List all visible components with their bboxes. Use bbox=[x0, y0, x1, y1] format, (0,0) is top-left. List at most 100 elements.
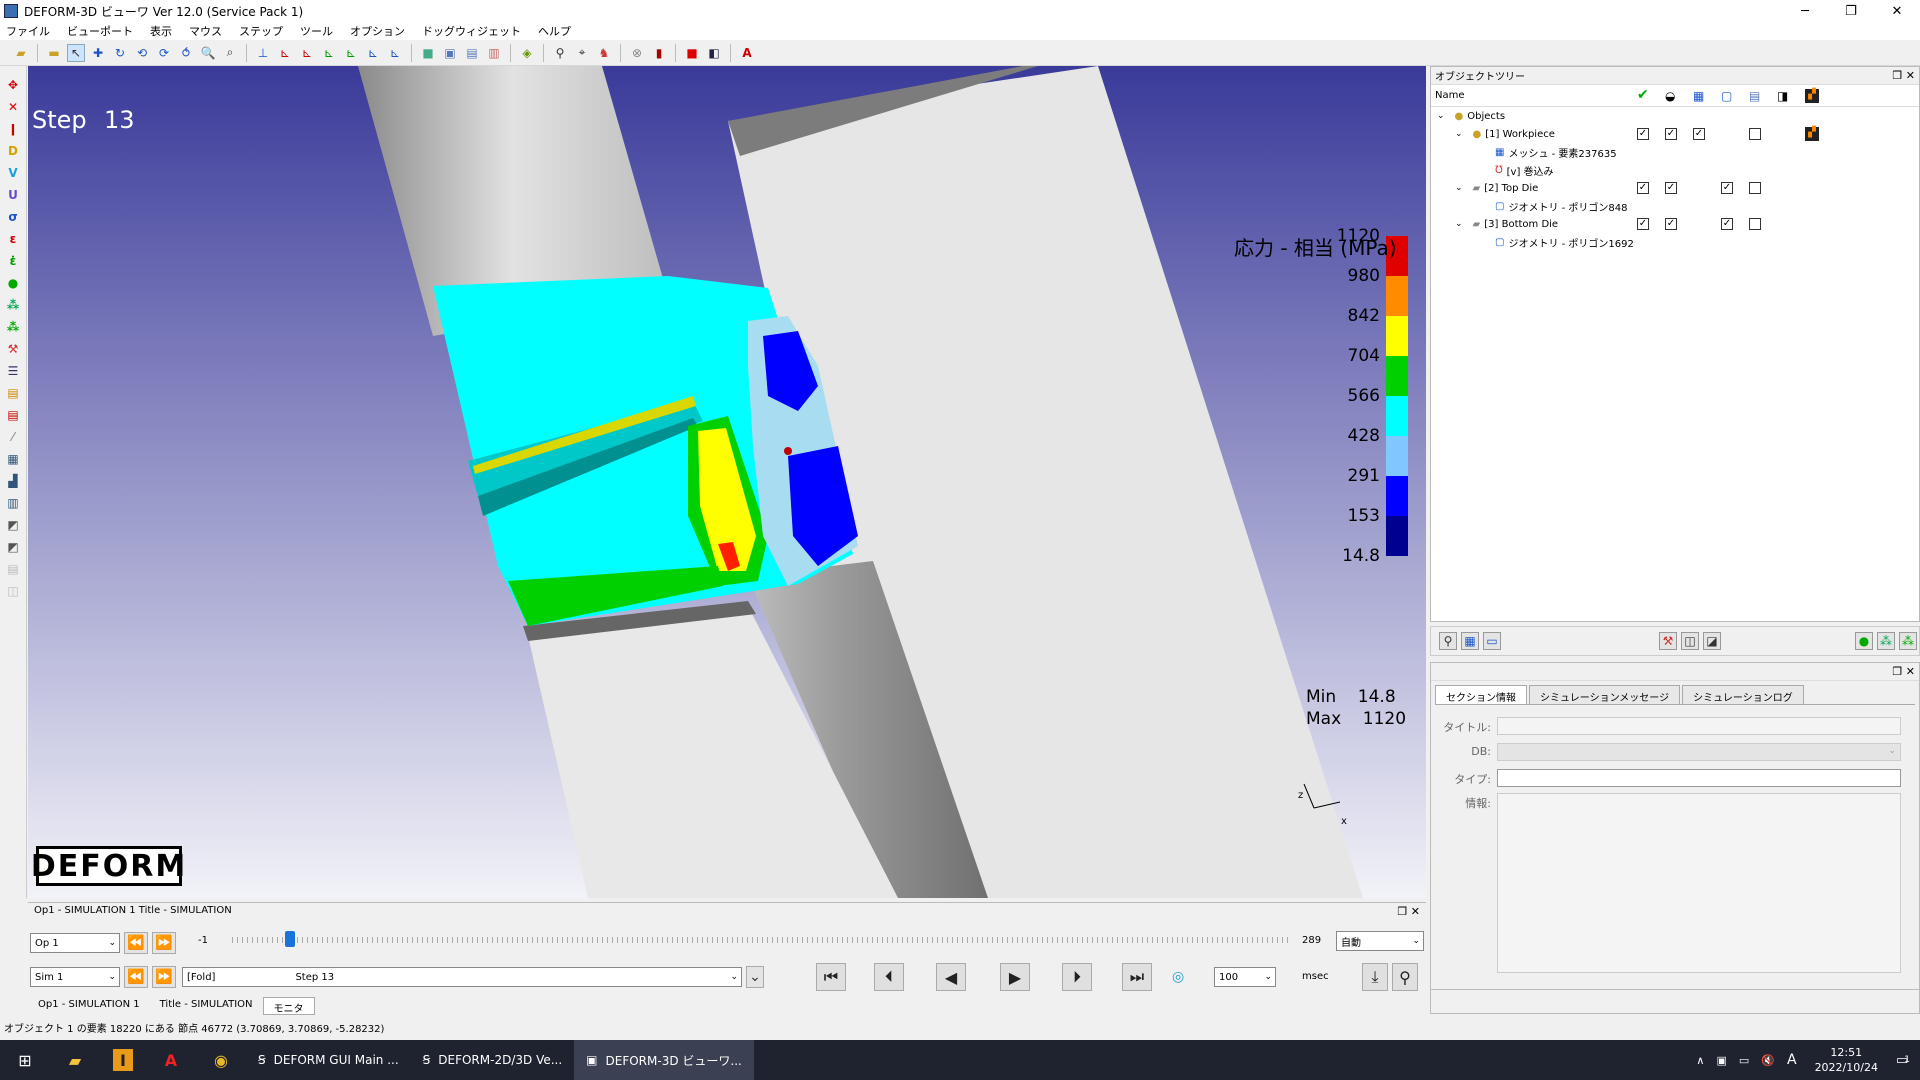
step-slider-thumb[interactable] bbox=[285, 931, 295, 947]
graph-icon[interactable]: ▟ bbox=[4, 472, 22, 490]
shaded-icon[interactable]: ■ bbox=[419, 44, 437, 62]
stress-icon[interactable]: σ bbox=[4, 208, 22, 226]
point-icon[interactable]: ● bbox=[1855, 632, 1873, 650]
slice-icon[interactable]: ⚒ bbox=[4, 340, 22, 358]
step-forward-button[interactable]: ⏵ bbox=[1062, 963, 1092, 991]
type-field[interactable] bbox=[1497, 769, 1901, 787]
step-slider-track[interactable] bbox=[232, 937, 1292, 943]
transparent-column-icon[interactable]: ▤ bbox=[1749, 89, 1763, 103]
chevron-down-icon[interactable]: ⌄ bbox=[1437, 111, 1445, 121]
displacement-icon[interactable]: U bbox=[4, 186, 22, 204]
capture-icon[interactable]: ◧ bbox=[705, 44, 723, 62]
tab-section-info[interactable]: セクション情報 bbox=[1435, 685, 1527, 704]
flow-net-icon[interactable]: ⁂ bbox=[4, 318, 22, 336]
marker-icon[interactable]: ▮ bbox=[650, 44, 668, 62]
tree-row-mesh[interactable]: ▦ メッシュ - 要素237635 bbox=[1431, 143, 1919, 161]
windows-start-icon[interactable]: ⊞ bbox=[13, 1048, 37, 1072]
tree-row-top-die[interactable]: ⌄ ▰ [2] Top Die ✓ ✓ ✓ bbox=[1431, 179, 1919, 197]
contour-fill-icon[interactable]: ▤ bbox=[4, 384, 22, 402]
shaded-checkbox[interactable]: ✓ bbox=[1665, 182, 1677, 194]
panel-float-close-buttons[interactable]: ❐ ✕ bbox=[1892, 665, 1915, 678]
visible-check-icon[interactable]: ✔ bbox=[1637, 87, 1651, 103]
tree-row-objects[interactable]: ⌄ ● Objects bbox=[1431, 107, 1919, 125]
display-icon[interactable]: ▭ bbox=[1483, 632, 1501, 650]
contour-column-icon[interactable]: ▞ bbox=[1805, 89, 1819, 103]
shaded-checkbox[interactable]: ✓ bbox=[1665, 128, 1677, 140]
transparent-checkbox[interactable] bbox=[1749, 182, 1761, 194]
legend-icon[interactable]: ▤ bbox=[4, 406, 22, 424]
tree-row-bottom-die-geometry[interactable]: ▢ ジオメトリ - ポリゴン1692 bbox=[1431, 233, 1919, 251]
title-field[interactable] bbox=[1497, 717, 1901, 735]
flow-net-icon[interactable]: ⁂ bbox=[1899, 632, 1917, 650]
tree-row-workpiece[interactable]: ⌄ ● [1] Workpiece ✓ ✓ ✓ ▞ bbox=[1431, 125, 1919, 143]
report-icon[interactable]: ▦ bbox=[4, 450, 22, 468]
object-2-icon[interactable]: ◩ bbox=[4, 538, 22, 556]
app-i-icon[interactable]: I bbox=[113, 1049, 133, 1071]
user-variable-icon[interactable]: ✥ bbox=[4, 76, 22, 94]
chevron-down-icon[interactable]: ⌄ bbox=[1455, 129, 1463, 139]
menu-display[interactable]: 表示 bbox=[150, 23, 172, 39]
close-button[interactable]: ✕ bbox=[1874, 0, 1920, 22]
ruler-icon[interactable]: ▬ bbox=[45, 44, 63, 62]
object-icon[interactable]: ◩ bbox=[4, 516, 22, 534]
object-properties-icon[interactable]: ⚲ bbox=[1439, 632, 1457, 650]
step-select[interactable]: [Fold] Step 13 ⌄ bbox=[182, 967, 742, 987]
menu-tools[interactable]: ツール bbox=[300, 23, 333, 39]
rotate-z-icon[interactable]: ⥀ bbox=[177, 44, 195, 62]
fit-view-icon[interactable]: ⌖ bbox=[573, 44, 591, 62]
table-icon[interactable]: ▥ bbox=[4, 494, 22, 512]
view-zx-icon[interactable]: ⊾ bbox=[320, 44, 338, 62]
outline-checkbox[interactable]: ✓ bbox=[1721, 218, 1733, 230]
loop-icon[interactable]: ◎ bbox=[1172, 969, 1184, 985]
strain-icon[interactable]: ε bbox=[4, 230, 22, 248]
autocad-icon[interactable]: A bbox=[159, 1048, 183, 1072]
rewind-op-button[interactable]: ⏪ bbox=[124, 932, 148, 954]
visible-checkbox[interactable]: ✓ bbox=[1637, 218, 1649, 230]
step-menu-button[interactable]: ⌄ bbox=[746, 966, 764, 988]
velocity-icon[interactable]: V bbox=[4, 164, 22, 182]
task-deform-viewer[interactable]: ▣ DEFORM-3D ビューワ... bbox=[574, 1040, 754, 1080]
point-icon[interactable]: ● bbox=[4, 274, 22, 292]
menu-viewport[interactable]: ビューポート bbox=[67, 23, 133, 39]
chevron-up-icon[interactable]: ∧ bbox=[1696, 1054, 1704, 1067]
forward-op-button[interactable]: ⏩ bbox=[152, 932, 176, 954]
file-explorer-icon[interactable]: ▰ bbox=[63, 1048, 87, 1072]
transparent-checkbox[interactable] bbox=[1749, 218, 1761, 230]
visible-checkbox[interactable]: ✓ bbox=[1637, 128, 1649, 140]
menu-dock-widget[interactable]: ドッグウィジェット bbox=[422, 23, 521, 39]
minimize-button[interactable]: ─ bbox=[1782, 0, 1828, 22]
info-textarea[interactable] bbox=[1497, 793, 1901, 973]
rewind-sim-button[interactable]: ⏪ bbox=[124, 966, 148, 988]
menu-file[interactable]: ファイル bbox=[6, 23, 50, 39]
contour-line-icon[interactable]: ☰ bbox=[4, 362, 22, 380]
menu-help[interactable]: ヘルプ bbox=[538, 23, 571, 39]
save-animation-button[interactable]: ⤓ bbox=[1362, 963, 1388, 991]
box-column-icon[interactable]: ◨ bbox=[1777, 89, 1791, 103]
damage-icon[interactable]: D bbox=[4, 142, 22, 160]
db-select[interactable]: ⌄ bbox=[1497, 743, 1901, 761]
tab-monitor[interactable]: モニタ bbox=[262, 997, 315, 1015]
maximize-button[interactable]: ❐ bbox=[1828, 0, 1874, 22]
pointer-icon[interactable]: ↖ bbox=[67, 43, 85, 62]
operation-select[interactable]: Op 1 ⌄ bbox=[30, 933, 120, 953]
view-iso2-icon[interactable]: ⊾ bbox=[364, 44, 382, 62]
mesh-icon[interactable]: ▥ bbox=[485, 44, 503, 62]
tab-simulation-log[interactable]: シミュレーションログ bbox=[1682, 685, 1804, 704]
slice-tool-icon[interactable]: ⚒ bbox=[1659, 632, 1677, 650]
open-folder-icon[interactable]: ▰ bbox=[12, 44, 30, 62]
play-reverse-button[interactable]: ◀ bbox=[936, 963, 966, 991]
speed-select[interactable]: 100 ⌄ bbox=[1214, 967, 1276, 987]
clock[interactable]: 12:51 2022/10/24 bbox=[1815, 1045, 1878, 1075]
wireframe-icon[interactable]: ▣ bbox=[441, 44, 459, 62]
menu-mouse[interactable]: マウス bbox=[189, 23, 222, 39]
paste-view-icon[interactable]: ◪ bbox=[1703, 632, 1721, 650]
tree-row-top-die-geometry[interactable]: ▢ ジオメトリ - ポリゴン848 bbox=[1431, 197, 1919, 215]
tree-row-bottom-die[interactable]: ⌄ ▰ [3] Bottom Die ✓ ✓ ✓ bbox=[1431, 215, 1919, 233]
shaded-column-icon[interactable]: ◒ bbox=[1665, 89, 1679, 103]
volume-muted-icon[interactable]: 🔇 bbox=[1761, 1054, 1775, 1067]
panel-float-close-buttons[interactable]: ❐ ✕ bbox=[1892, 69, 1915, 82]
forward-sim-button[interactable]: ⏩ bbox=[152, 966, 176, 988]
strain-rate-icon[interactable]: ε̇ bbox=[4, 252, 22, 270]
copy-view-icon[interactable]: ◫ bbox=[1681, 632, 1699, 650]
zoom-icon[interactable]: 🔍 bbox=[199, 44, 217, 62]
